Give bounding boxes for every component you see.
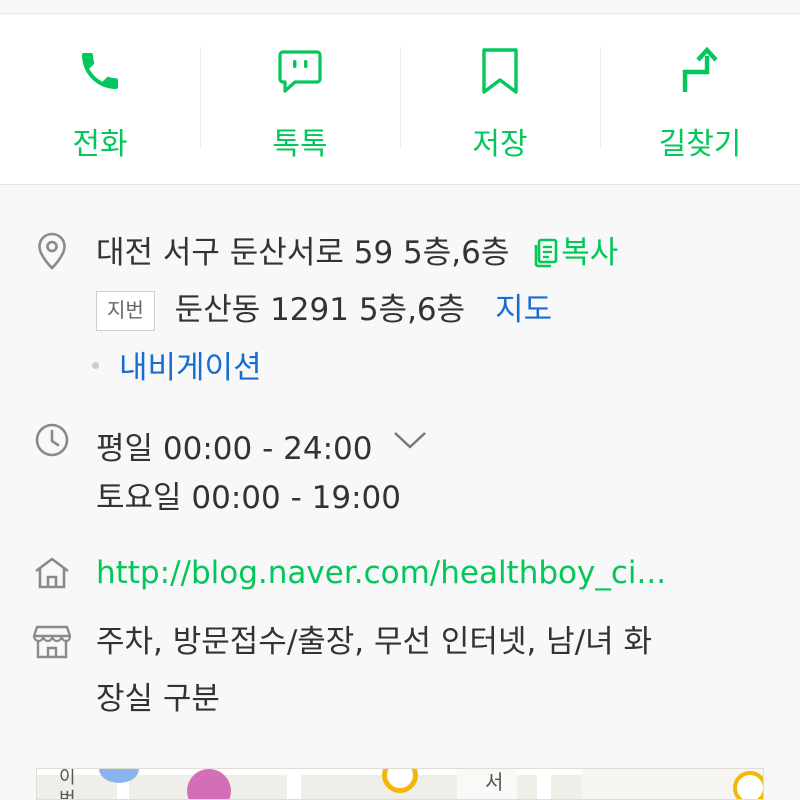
home-icon xyxy=(32,553,72,593)
map-label-mid: 서 xyxy=(485,770,504,794)
store-icon xyxy=(32,622,72,662)
map-road xyxy=(287,769,301,799)
phone-icon xyxy=(72,43,128,99)
bullet-dot xyxy=(92,362,99,369)
call-button[interactable]: 전화 xyxy=(0,15,200,184)
hours-weekday-line[interactable]: 평일 00:00 - 24:00 xyxy=(96,421,428,469)
talktalk-label: 톡톡 xyxy=(272,127,328,162)
jibeon-address: 둔산동 1291 5층,6층 xyxy=(174,292,466,328)
chevron-down-icon[interactable] xyxy=(392,421,428,461)
map-road xyxy=(537,769,551,799)
bookmark-icon xyxy=(472,43,528,99)
amenities-line-2: 장실 구분 xyxy=(96,681,220,717)
jibeon-tag: 지번 xyxy=(96,291,155,331)
talktalk-button[interactable]: 톡톡 xyxy=(200,15,400,184)
location-pin-icon xyxy=(32,231,72,271)
map-poi-marker-icon xyxy=(382,769,418,793)
directions-label: 길찾기 xyxy=(658,127,742,162)
hours-weekday: 평일 00:00 - 24:00 xyxy=(96,431,373,467)
top-divider xyxy=(0,0,800,14)
map-preview[interactable]: 이번 서 xyxy=(36,768,764,800)
amenities-line-1: 주차, 방문접수/출장, 무선 인터넷, 남/녀 화 xyxy=(96,624,653,660)
copy-icon xyxy=(534,238,558,268)
save-label: 저장 xyxy=(472,127,528,162)
jibeon-address-line: 지번 둔산동 1291 5층,6층 지도 xyxy=(96,290,552,331)
map-marker-blue xyxy=(99,769,139,783)
directions-icon xyxy=(672,43,728,99)
save-button[interactable]: 저장 xyxy=(400,15,600,184)
copy-label: 복사 xyxy=(561,235,619,271)
call-label: 전화 xyxy=(72,127,128,162)
hours-saturday-line: 토요일 00:00 - 19:00 xyxy=(96,478,401,518)
action-bar: 전화 톡톡 저장 길찾기 xyxy=(0,15,800,185)
place-info: 대전 서구 둔산서로 59 5층,6층 복사 지번 둔산동 1291 5층,6층… xyxy=(0,186,800,800)
road-address: 대전 서구 둔산서로 59 5층,6층 xyxy=(96,235,510,271)
map-link[interactable]: 지도 xyxy=(495,292,552,328)
map-poi-marker-icon xyxy=(733,771,763,799)
road-address-line: 대전 서구 둔산서로 59 5층,6층 복사 xyxy=(96,233,618,273)
homepage-link[interactable]: http://blog.naver.com/healthboy_ci... xyxy=(96,553,666,593)
copy-button[interactable]: 복사 xyxy=(533,235,618,271)
directions-button[interactable]: 길찾기 xyxy=(600,15,800,184)
navigation-link[interactable]: 내비게이션 xyxy=(119,350,262,386)
map-label-left: 이번 xyxy=(59,768,76,800)
clock-icon xyxy=(32,420,72,460)
hours-saturday: 토요일 00:00 - 19:00 xyxy=(96,480,401,516)
chat-icon xyxy=(272,43,328,99)
navigation-line: 내비게이션 xyxy=(92,348,262,388)
